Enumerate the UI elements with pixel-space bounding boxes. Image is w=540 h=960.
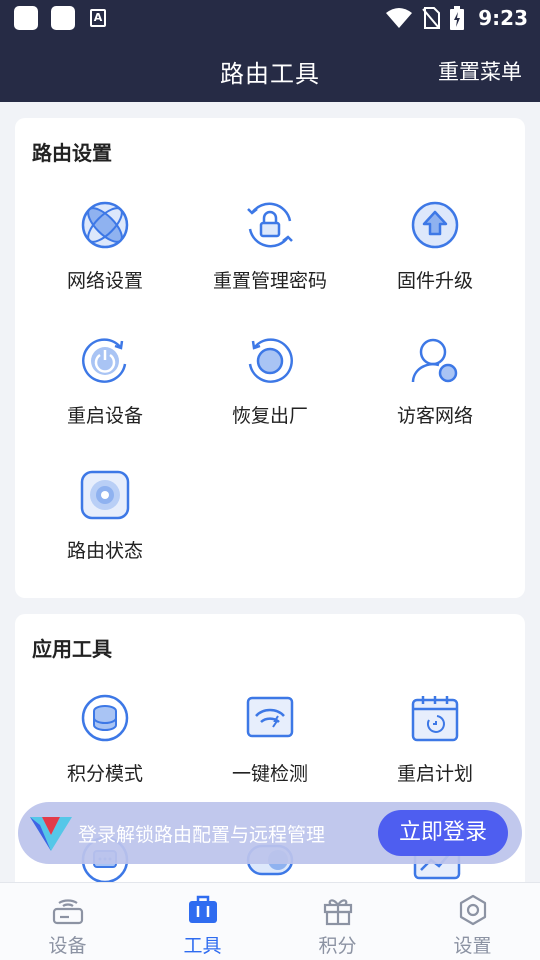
tool-label: 固件升级 <box>396 270 473 292</box>
tab-points[interactable]: 积分 <box>270 883 405 960</box>
tab-devices[interactable]: 设备 <box>0 883 135 960</box>
restart-schedule-tool[interactable]: 重启计划 <box>350 692 520 786</box>
clock: 9:23 <box>478 6 528 30</box>
lock-reset-icon <box>247 202 293 248</box>
tool-label: 积分模式 <box>66 763 143 785</box>
banner-message: 登录解锁路由配置与远程管理 <box>78 824 326 846</box>
network-settings-tool[interactable]: 网络设置 <box>20 199 190 293</box>
tool-label: 恢复出厂 <box>231 405 308 427</box>
toolbox-icon <box>188 895 217 923</box>
restart-device-tool[interactable]: 重启设备 <box>20 334 190 428</box>
factory-reset-tool[interactable]: 恢复出厂 <box>185 334 355 428</box>
login-banner: 登录解锁路由配置与远程管理 立即登录 <box>18 802 522 864</box>
bottom-tab-bar: 设备 工具 积分 设置 <box>0 882 540 960</box>
guest-network-tool[interactable]: 访客网络 <box>350 334 520 428</box>
notification-app-icon <box>14 6 38 30</box>
one-click-check-tool[interactable]: 一键检测 <box>185 692 355 786</box>
power-restart-icon <box>82 338 127 383</box>
reset-menu-button[interactable]: 重置菜单 <box>438 56 522 86</box>
tool-label: 路由状态 <box>66 540 143 562</box>
tool-label: 访客网络 <box>396 405 473 427</box>
app-logo-icon <box>30 817 72 851</box>
notification-app-icon <box>51 6 75 30</box>
tab-label: 工具 <box>183 935 222 957</box>
tool-label: 一键检测 <box>231 763 308 785</box>
app-header: 路由工具 重置菜单 <box>0 36 540 102</box>
battery-charging-icon <box>450 6 465 30</box>
gear-icon <box>459 894 486 926</box>
tab-label: 设置 <box>453 935 492 957</box>
factory-reset-icon <box>248 338 293 383</box>
tool-label: 网络设置 <box>66 270 143 292</box>
status-bar: A 9:23 <box>0 0 540 36</box>
no-sim-icon <box>422 7 441 29</box>
tab-label: 积分 <box>318 935 357 957</box>
firmware-upgrade-tool[interactable]: 固件升级 <box>350 199 520 293</box>
wifi-check-icon <box>246 696 294 738</box>
tab-tools[interactable]: 工具 <box>135 883 270 960</box>
wifi-signal-icon <box>386 8 413 28</box>
points-mode-tool[interactable]: 积分模式 <box>20 692 190 786</box>
reset-admin-password-tool[interactable]: 重置管理密码 <box>185 199 355 293</box>
globe-icon <box>81 201 129 249</box>
guest-user-icon <box>411 338 458 383</box>
restart-calendar-icon <box>411 696 459 742</box>
section-title: 应用工具 <box>32 637 112 661</box>
router-status-icon <box>80 470 130 520</box>
router-device-icon <box>52 899 83 925</box>
tool-label: 重置管理密码 <box>212 270 327 292</box>
router-settings-card: 路由设置 网络设置 重置管理密码 固件升级 重启设备 恢复出厂 访客网络 路由状… <box>15 118 525 598</box>
notification-a-icon: A <box>90 9 106 27</box>
upgrade-icon <box>411 201 459 249</box>
points-mode-icon <box>81 694 129 742</box>
tool-label: 重启计划 <box>396 763 473 785</box>
router-status-tool[interactable]: 路由状态 <box>20 469 190 563</box>
gift-icon <box>323 899 352 926</box>
section-title: 路由设置 <box>32 141 112 165</box>
tab-label: 设备 <box>48 935 87 957</box>
tab-settings[interactable]: 设置 <box>405 883 540 960</box>
tool-label: 重启设备 <box>66 405 143 427</box>
login-now-button[interactable]: 立即登录 <box>378 810 508 856</box>
